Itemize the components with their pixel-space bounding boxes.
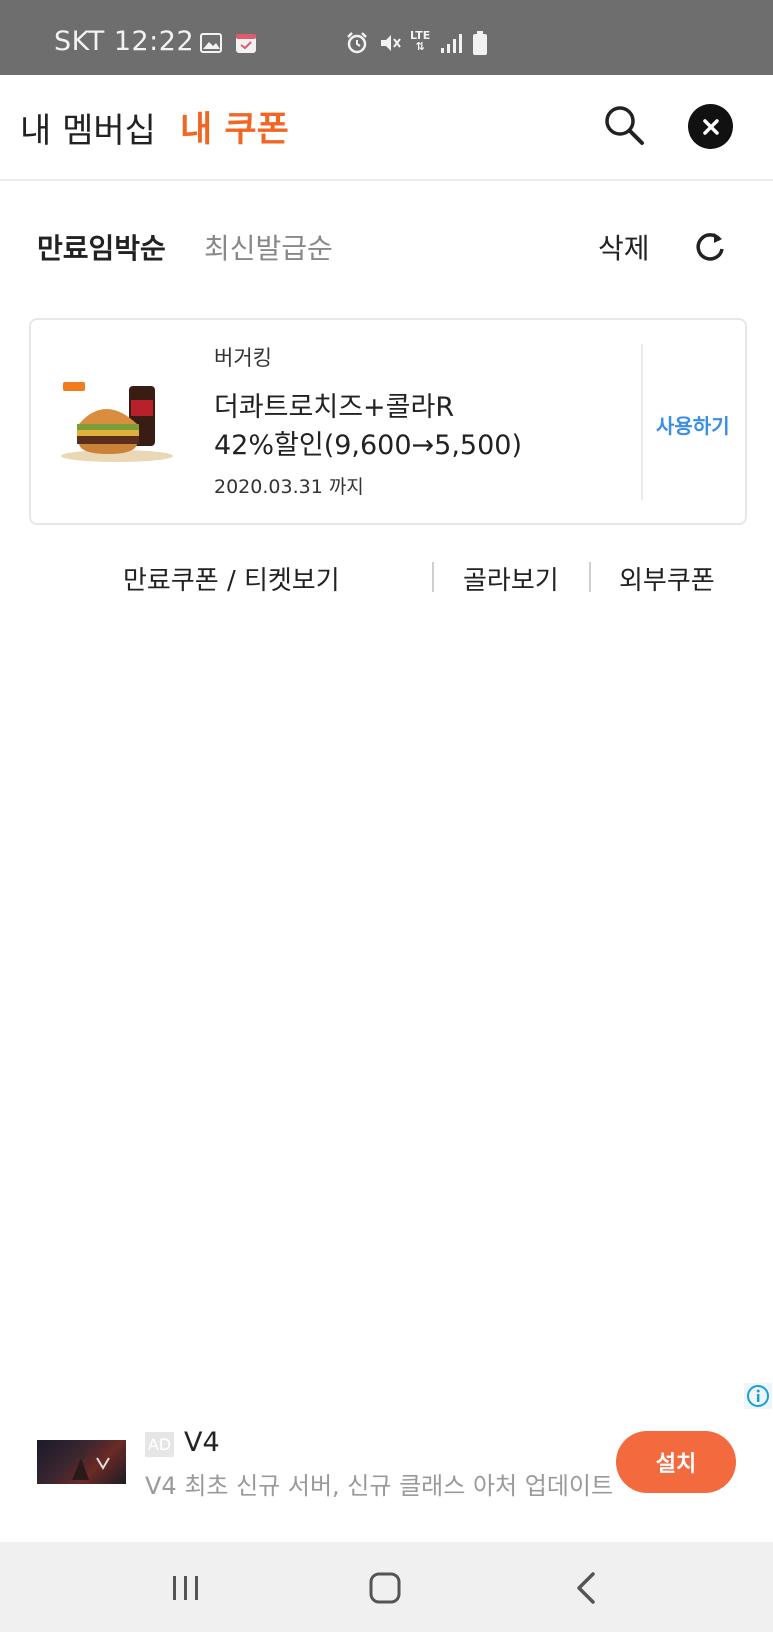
membership-title[interactable]: 내 멤버십 [20, 103, 156, 152]
close-icon[interactable] [688, 104, 733, 149]
sort-latest[interactable]: 최신발급순 [204, 227, 333, 267]
delete-button[interactable]: 삭제 [598, 227, 650, 267]
mute-icon [378, 30, 402, 56]
burger-combo-image [59, 380, 177, 464]
battery-icon [473, 30, 487, 56]
calendar-icon [235, 30, 257, 56]
external-coupons-link[interactable]: 외부쿠폰 [619, 560, 715, 597]
ad-badge: AD [145, 1432, 174, 1457]
coupon-discount: 42%할인(9,600→5,500) [214, 430, 522, 461]
header: 내 멤버십 내 쿠폰 [0, 75, 773, 181]
my-coupon-title[interactable]: 내 쿠폰 [180, 101, 289, 152]
use-coupon-button[interactable]: 사용하기 [656, 410, 730, 439]
alarm-icon [345, 30, 369, 56]
coupon-card[interactable]: 버거킹 더콰트로치즈+콜라R 42%할인(9,600→5,500) 2020.0… [29, 318, 747, 525]
install-button[interactable]: 설치 [616, 1431, 736, 1493]
navigation-bar [0, 1542, 773, 1632]
coupon-links: 만료쿠폰 / 티켓보기 골라보기 외부쿠폰 [0, 556, 773, 600]
carrier-time: SKT 12:22 [54, 26, 195, 57]
gallery-icon [200, 30, 222, 56]
status-bar: SKT 12:22 LTE ⇅ [0, 0, 773, 75]
sort-bar: 만료임박순 최신발급순 삭제 [0, 215, 773, 275]
coupon-divider [641, 344, 643, 500]
sort-expiring[interactable]: 만료임박순 [37, 227, 166, 267]
ad-thumbnail[interactable] [37, 1440, 126, 1484]
coupon-expiry: 2020.03.31 까지 [214, 476, 364, 498]
recent-apps-icon[interactable] [164, 1566, 208, 1610]
ad-info-icon[interactable] [744, 1383, 772, 1409]
link-divider [432, 562, 434, 592]
ad-description[interactable]: V4 최초 신규 서버, 신규 클래스 아처 업데이트 [145, 1466, 613, 1501]
coupon-brand: 버거킹 [214, 346, 272, 370]
browse-link[interactable]: 골라보기 [463, 560, 559, 597]
search-icon[interactable] [602, 103, 646, 147]
ad-title[interactable]: V4 [184, 1427, 220, 1458]
signal-icon [440, 30, 462, 56]
back-icon[interactable] [565, 1566, 609, 1610]
refresh-icon[interactable] [693, 229, 727, 263]
link-divider [589, 562, 591, 592]
expired-coupons-link[interactable]: 만료쿠폰 / 티켓보기 [123, 560, 340, 597]
lte-icon: LTE ⇅ [410, 29, 431, 53]
home-icon[interactable] [363, 1566, 407, 1610]
coupon-product: 더콰트로치즈+콜라R [214, 392, 455, 423]
